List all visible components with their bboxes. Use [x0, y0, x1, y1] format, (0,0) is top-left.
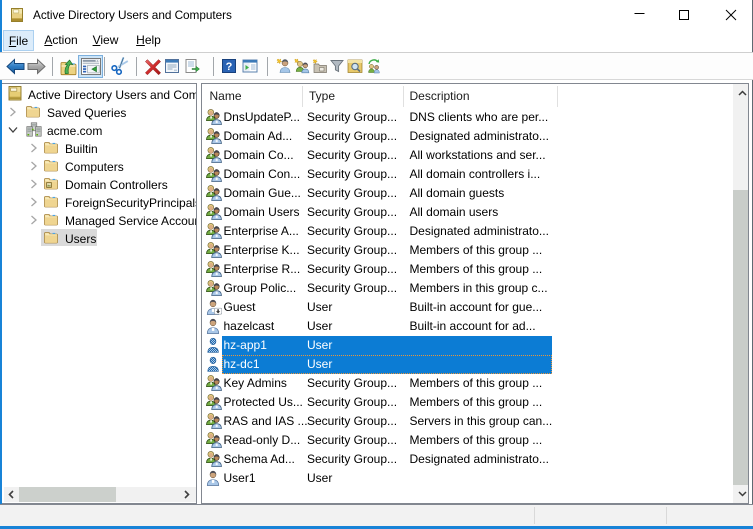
svg-text:?: ? [226, 61, 233, 73]
